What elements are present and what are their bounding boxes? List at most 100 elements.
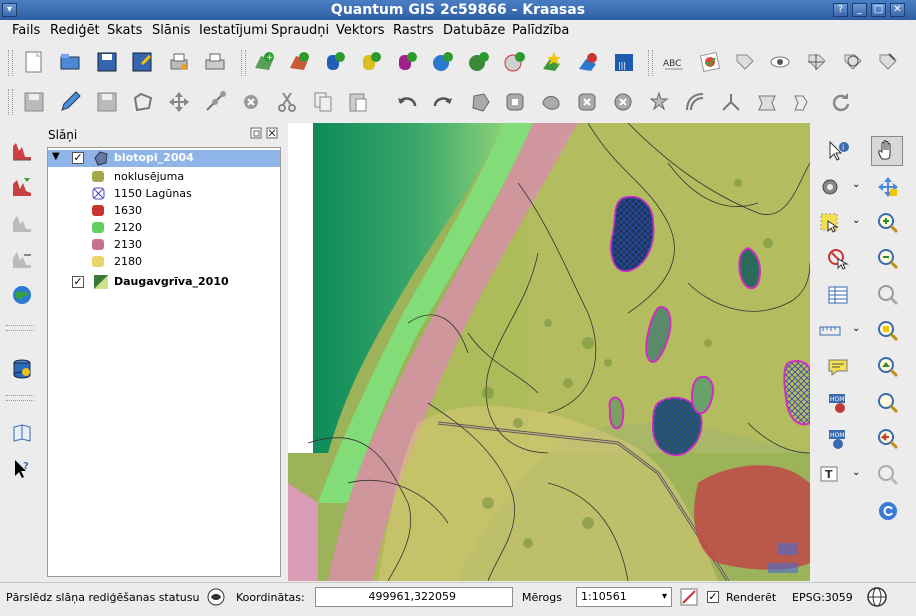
open-attribute-table-icon[interactable]: [826, 283, 850, 307]
redo-icon[interactable]: [431, 90, 455, 114]
print-composer-icon[interactable]: [167, 50, 191, 74]
stop-rendering-icon[interactable]: [680, 588, 698, 606]
add-wms-layer-icon[interactable]: [430, 50, 454, 74]
add-wms-globe-icon[interactable]: [10, 283, 34, 307]
message-log-icon[interactable]: [206, 587, 226, 607]
menu-settings[interactable]: Iestatījumi: [199, 23, 268, 38]
text-annotation-icon[interactable]: T: [818, 463, 842, 487]
add-wcs-layer-icon[interactable]: [466, 50, 490, 74]
save-project-icon[interactable]: [95, 50, 119, 74]
menu-view[interactable]: Skats: [107, 23, 142, 38]
add-vector-layer-icon[interactable]: [287, 50, 311, 74]
settings-gear-icon[interactable]: [818, 175, 842, 199]
paste-features-icon[interactable]: [346, 90, 370, 114]
zoom-next-icon[interactable]: [876, 463, 900, 487]
chevron-down-icon[interactable]: ⌄: [852, 323, 860, 334]
add-spatialite-layer-icon[interactable]: [358, 50, 382, 74]
zoom-to-layer-icon[interactable]: [876, 355, 900, 379]
maximize-icon[interactable]: □: [871, 3, 886, 17]
pin-labels-icon[interactable]: [732, 50, 756, 74]
add-ring-icon[interactable]: [503, 90, 527, 114]
add-raster-layer-icon[interactable]: +: [252, 50, 276, 74]
layer-visibility-checkbox[interactable]: ✓: [72, 152, 84, 164]
show-hide-labels-icon[interactable]: [768, 50, 792, 74]
reshape-features-icon[interactable]: [647, 90, 671, 114]
measure-line-icon[interactable]: [818, 319, 842, 343]
offset-curve-icon[interactable]: [683, 90, 707, 114]
cut-features-icon[interactable]: [275, 90, 299, 114]
zoom-in-icon[interactable]: [876, 211, 900, 235]
close-panel-icon[interactable]: [266, 127, 278, 139]
menu-file[interactable]: Fails: [12, 23, 40, 38]
move-label-icon[interactable]: [804, 50, 828, 74]
menu-layer[interactable]: Slānis: [152, 23, 190, 38]
zoom-full-icon[interactable]: [876, 283, 900, 307]
toggle-editing-icon[interactable]: [58, 90, 82, 114]
node-tool-icon[interactable]: [203, 90, 227, 114]
save-edits-icon[interactable]: [95, 90, 119, 114]
layer-row-daugavgriva[interactable]: ✓ Daugavgrīva_2010: [48, 274, 280, 291]
menu-database[interactable]: Datubāze: [443, 23, 505, 38]
db-manager-icon[interactable]: [10, 357, 34, 381]
toolbar-grip[interactable]: [8, 89, 13, 115]
chevron-down-icon[interactable]: ⌄: [852, 467, 860, 478]
histogram-stretch-icon[interactable]: [10, 139, 34, 163]
add-wfs-layer-icon[interactable]: [502, 50, 526, 74]
add-postgis-layer-icon[interactable]: [322, 50, 346, 74]
open-project-icon[interactable]: [58, 50, 82, 74]
decrease-brightness-icon[interactable]: [10, 247, 34, 271]
crs-globe-icon[interactable]: [866, 586, 888, 608]
save-as-icon[interactable]: [130, 50, 154, 74]
help-contents-icon[interactable]: [10, 421, 34, 445]
menu-vector[interactable]: Vektors: [336, 23, 385, 38]
coordinates-field[interactable]: 499961,322059: [315, 587, 513, 607]
simplify-feature-icon[interactable]: [468, 90, 492, 114]
menu-plugins[interactable]: Spraudņi: [271, 23, 329, 38]
toolbar-grip[interactable]: [6, 395, 34, 401]
new-project-icon[interactable]: [22, 50, 46, 74]
menu-help[interactable]: Palīdzība: [512, 23, 569, 38]
minimize-icon[interactable]: _: [852, 3, 867, 17]
merge-attributes-icon[interactable]: [791, 90, 815, 114]
new-bookmark-icon[interactable]: HOME: [826, 391, 850, 415]
label-icon[interactable]: ABC: [662, 50, 686, 74]
layer-visibility-checkbox[interactable]: ✓: [72, 276, 84, 288]
delete-part-icon[interactable]: [611, 90, 635, 114]
map-tips-icon[interactable]: [826, 355, 850, 379]
add-part-icon[interactable]: [539, 90, 563, 114]
toolbar-grip[interactable]: [648, 50, 653, 76]
local-histogram-stretch-icon[interactable]: [10, 175, 34, 199]
show-bookmarks-icon[interactable]: HOME: [826, 427, 850, 451]
map-canvas[interactable]: [288, 123, 810, 581]
menu-edit[interactable]: Rediģēt: [50, 23, 100, 38]
toolbar-grip[interactable]: [241, 50, 246, 76]
rotate-label-icon[interactable]: [840, 50, 864, 74]
zoom-out-icon[interactable]: [876, 247, 900, 271]
new-shapefile-icon[interactable]: [540, 50, 564, 74]
new-gpx-layer-icon[interactable]: |||: [612, 50, 636, 74]
menu-raster[interactable]: Rastrs: [393, 23, 434, 38]
split-features-icon[interactable]: [719, 90, 743, 114]
delete-selected-icon[interactable]: [239, 90, 263, 114]
float-panel-icon[interactable]: [250, 127, 262, 139]
add-mssql-layer-icon[interactable]: [394, 50, 418, 74]
move-feature-icon[interactable]: [167, 90, 191, 114]
select-features-icon[interactable]: [818, 211, 842, 235]
close-icon[interactable]: ✕: [890, 3, 905, 17]
chevron-down-icon[interactable]: ⌄: [852, 179, 860, 190]
print-icon[interactable]: [203, 50, 227, 74]
whats-this-icon[interactable]: ?: [10, 457, 34, 481]
merge-features-icon[interactable]: [755, 90, 779, 114]
copy-features-icon[interactable]: [311, 90, 335, 114]
render-checkbox[interactable]: ✓: [707, 591, 719, 603]
toolbar-grip[interactable]: [6, 325, 34, 331]
current-edits-icon[interactable]: [22, 90, 46, 114]
zoom-to-native-icon[interactable]: [876, 391, 900, 415]
crs-label[interactable]: EPSG:3059: [792, 591, 853, 604]
layer-row-biotopi[interactable]: ▼ ✓ biotopi_2004: [48, 150, 280, 167]
zoom-last-icon[interactable]: [876, 427, 900, 451]
pan-map-button[interactable]: [871, 136, 903, 166]
collapse-arrow-icon[interactable]: ▼: [52, 151, 60, 162]
refresh-icon[interactable]: [876, 499, 900, 523]
increase-brightness-icon[interactable]: [10, 211, 34, 235]
